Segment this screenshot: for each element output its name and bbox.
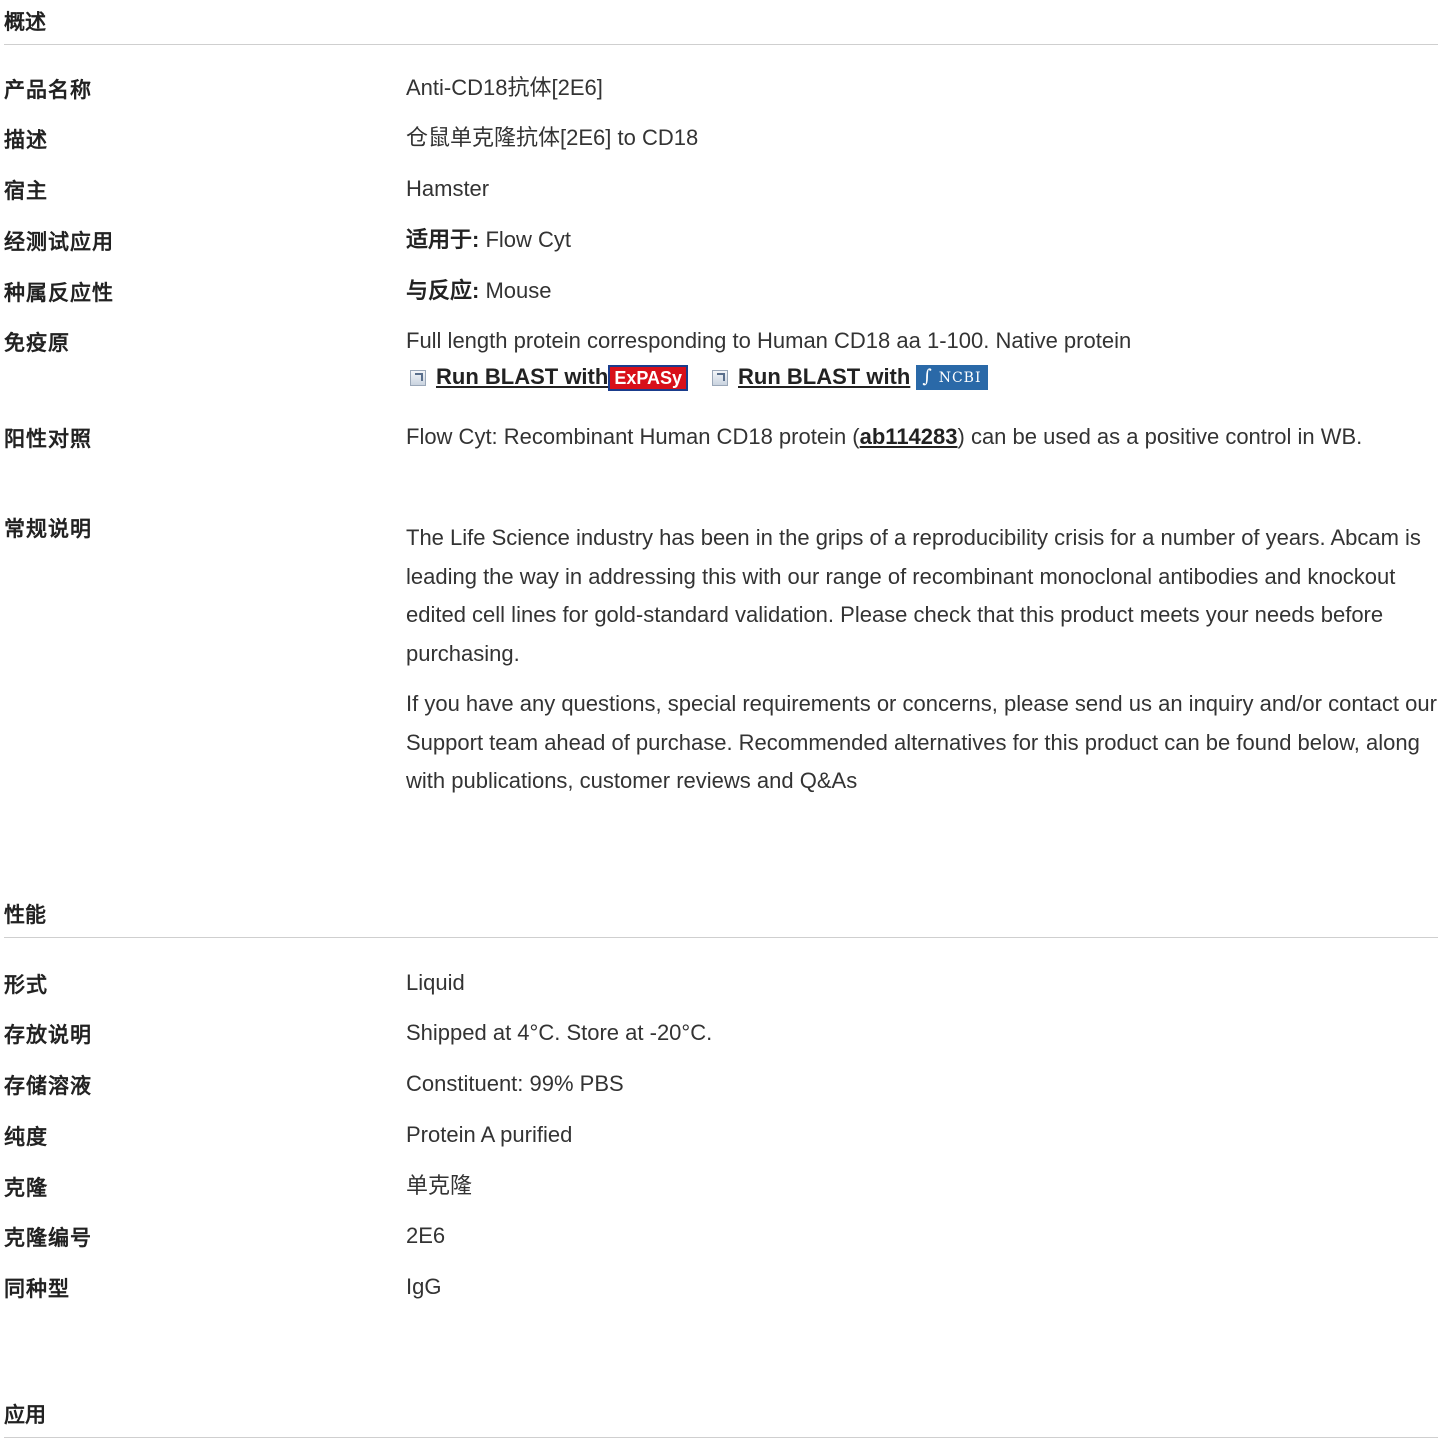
general-notes-paragraph-2: If you have any questions, special requi… xyxy=(406,691,1437,793)
immunogen-text: Full length protein corresponding to Hum… xyxy=(406,328,1132,353)
expasy-logo[interactable]: ExPASy xyxy=(608,364,689,391)
general-notes-paragraph-1: The Life Science industry has been in th… xyxy=(406,525,1421,666)
ncbi-helix-icon: ∫ xyxy=(922,366,933,387)
label-tested-applications: 经测试应用 xyxy=(4,230,114,254)
run-blast-expasy-link[interactable]: Run BLAST with xyxy=(436,358,608,397)
label-form: 形式 xyxy=(4,973,48,997)
label-purity: 纯度 xyxy=(4,1125,48,1149)
value-host: Hamster xyxy=(406,176,490,201)
label-general-notes: 常规说明 xyxy=(4,517,92,541)
value-positive-control: Flow Cyt: Recombinant Human CD18 protein… xyxy=(406,418,1442,457)
value-form: Liquid xyxy=(406,970,465,995)
blast-links: Run BLAST with ExPASy Run BLAST with ∫ NC… xyxy=(406,361,1442,395)
label-product-name: 产品名称 xyxy=(4,78,92,102)
species-reactivity-prefix: 与反应: xyxy=(406,278,480,303)
ncbi-logo[interactable]: ∫ NCBI xyxy=(916,365,988,390)
ncbi-logo-text: NCBI xyxy=(938,370,982,386)
label-species-reactivity: 种属反应性 xyxy=(4,281,114,305)
label-immunogen: 免疫原 xyxy=(4,331,70,355)
value-buffer: Constituent: 99% PBS xyxy=(406,1071,624,1096)
section-title-overview: 概述 xyxy=(4,6,1438,45)
value-clone-number: 2E6 xyxy=(406,1223,446,1248)
label-clone-number: 克隆编号 xyxy=(4,1226,92,1250)
species-reactivity-value: Mouse xyxy=(479,278,552,303)
section-title-properties: 性能 xyxy=(4,899,1438,938)
label-positive-control: 阳性对照 xyxy=(4,427,92,451)
label-description: 描述 xyxy=(4,128,48,152)
ab114283-link[interactable]: ab114283 xyxy=(860,424,958,449)
section-title-applications: 应用 xyxy=(4,1399,1438,1438)
tested-applications-value: Flow Cyt xyxy=(479,227,572,252)
label-clonality: 克隆 xyxy=(4,1176,48,1200)
value-clonality: 单克隆 xyxy=(406,1173,473,1198)
external-link-icon xyxy=(410,369,426,386)
positive-control-text-after: ) can be used as a positive control in W… xyxy=(957,424,1363,449)
label-storage: 存放说明 xyxy=(4,1023,92,1047)
label-buffer: 存储溶液 xyxy=(4,1074,92,1098)
value-immunogen: Full length protein corresponding to Hum… xyxy=(406,322,1442,395)
value-tested-applications: 适用于: Flow Cyt xyxy=(406,221,1442,260)
run-blast-ncbi-link[interactable]: Run BLAST with xyxy=(738,358,910,397)
tested-applications-prefix: 适用于: xyxy=(406,227,480,252)
value-purity: Protein A purified xyxy=(406,1122,573,1147)
value-isotype: IgG xyxy=(406,1274,442,1299)
label-host: 宿主 xyxy=(4,179,48,203)
value-species-reactivity: 与反应: Mouse xyxy=(406,272,1442,311)
value-description: 仓鼠单克隆抗体[2E6] to CD18 xyxy=(406,125,699,150)
value-general-notes: The Life Science industry has been in th… xyxy=(406,519,1442,801)
value-storage: Shipped at 4°C. Store at -20°C. xyxy=(406,1020,713,1045)
value-product-name: Anti-CD18抗体[2E6] xyxy=(406,75,603,100)
external-link-icon xyxy=(712,369,729,386)
positive-control-text-before: Flow Cyt: Recombinant Human CD18 protein… xyxy=(406,424,860,449)
label-isotype: 同种型 xyxy=(4,1277,70,1301)
